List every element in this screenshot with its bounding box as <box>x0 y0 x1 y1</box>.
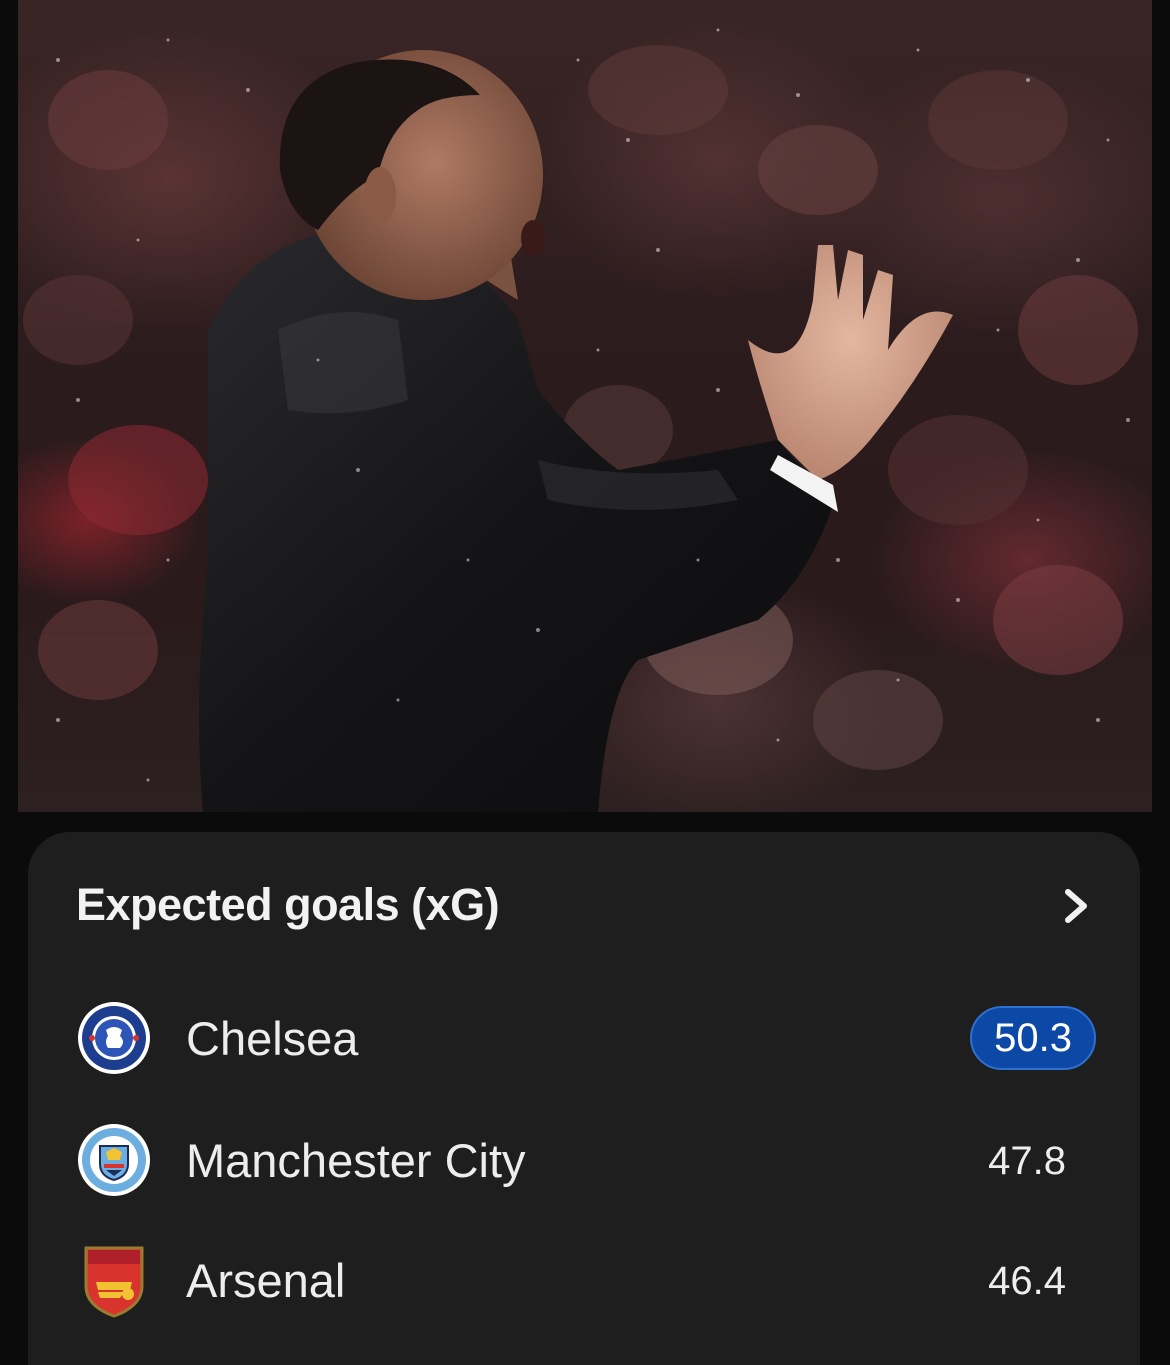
xg-card-header[interactable]: Expected goals (xG) <box>76 880 1096 930</box>
xg-value: 46.4 <box>988 1259 1066 1303</box>
manchester-city-crest-icon <box>78 1124 150 1196</box>
xg-card-title: Expected goals (xG) <box>76 879 500 930</box>
chelsea-crest-icon <box>78 1002 150 1074</box>
team-row-chelsea[interactable]: Chelsea 50.3 <box>76 1000 1096 1090</box>
chevron-right-icon[interactable] <box>1056 884 1096 928</box>
arsenal-crest-icon <box>84 1246 144 1318</box>
xg-value-badge: 50.3 <box>970 1006 1096 1070</box>
hero-photo <box>18 0 1152 812</box>
team-name: Manchester City <box>186 1134 526 1187</box>
xg-card[interactable]: Expected goals (xG) Chelsea 50.3 Manches… <box>28 832 1140 1365</box>
team-name: Arsenal <box>186 1254 346 1307</box>
page: Expected goals (xG) Chelsea 50.3 Manches… <box>0 0 1170 1365</box>
team-row-arsenal[interactable]: Arsenal 46.4 <box>76 1242 1096 1332</box>
hero-divider <box>0 812 1170 822</box>
manager-photo-illustration <box>23 28 1138 812</box>
xg-value: 47.8 <box>988 1139 1066 1183</box>
team-name: Chelsea <box>186 1012 359 1065</box>
team-row-manchester-city[interactable]: Manchester City 47.8 <box>76 1122 1096 1212</box>
